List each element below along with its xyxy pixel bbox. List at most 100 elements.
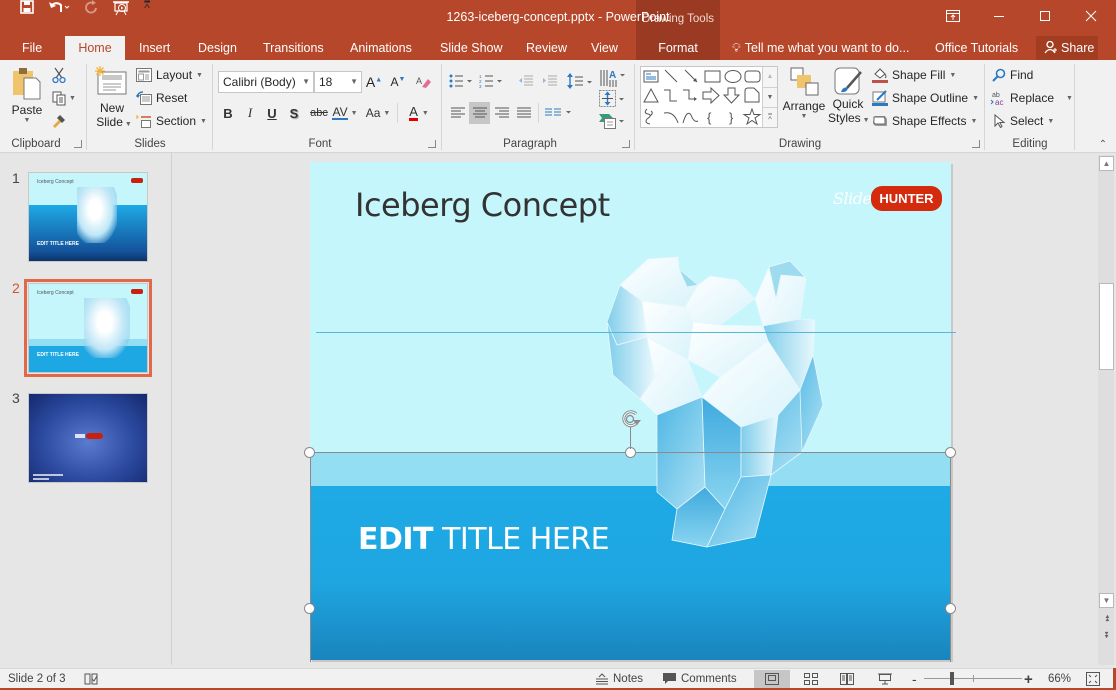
cut-button[interactable]: [50, 66, 68, 84]
tab-animations[interactable]: Animations: [340, 36, 422, 60]
office-tutorials-account[interactable]: Office Tutorials: [935, 36, 1018, 60]
shape-rounded-rectangle[interactable]: [744, 70, 761, 83]
arrange-button[interactable]: Arrange ▼: [782, 66, 826, 134]
shape-arc[interactable]: [663, 112, 679, 124]
comments-button[interactable]: Comments: [663, 670, 737, 688]
previous-slide-button[interactable]: ⏫︎: [1100, 611, 1114, 625]
shape-down-arrow[interactable]: [722, 87, 741, 104]
shape-effects-button[interactable]: Shape Effects ▼: [872, 112, 977, 130]
slide-thumbnail-3[interactable]: [28, 393, 148, 483]
shape-fill-button[interactable]: Shape Fill ▼: [872, 66, 956, 84]
resize-handle-top-left[interactable]: [304, 447, 315, 458]
shape-freeform-scribble[interactable]: [644, 108, 653, 125]
shape-snip-rectangle[interactable]: [744, 87, 760, 103]
shape-right-arrow[interactable]: [702, 86, 720, 105]
scroll-down-button[interactable]: ▼: [1099, 593, 1114, 608]
columns-button[interactable]: [544, 104, 574, 122]
close-button[interactable]: [1068, 0, 1114, 32]
shape-star[interactable]: [742, 107, 762, 126]
save-button[interactable]: [20, 0, 40, 17]
font-color-button[interactable]: A ▼: [404, 103, 434, 123]
shape-elbow-arrow-connector[interactable]: [683, 89, 697, 101]
tab-design[interactable]: Design: [188, 36, 247, 60]
numbering-button[interactable]: 123: [478, 71, 504, 91]
paste-button[interactable]: Paste ▼: [10, 66, 44, 126]
drawing-dialog-launcher[interactable]: [972, 140, 980, 148]
shape-elbow-connector[interactable]: [664, 89, 677, 102]
minimize-button[interactable]: [976, 0, 1022, 32]
zoom-in-button[interactable]: +: [1024, 670, 1033, 688]
tab-format[interactable]: Format: [636, 36, 720, 60]
paragraph-dialog-launcher[interactable]: [622, 140, 630, 148]
align-text-button[interactable]: [598, 89, 626, 109]
slide-sorter-button[interactable]: [800, 670, 822, 688]
underline-button[interactable]: U: [264, 103, 280, 123]
tab-home[interactable]: Home: [65, 36, 125, 60]
bold-button[interactable]: B: [220, 103, 236, 123]
shape-rectangle[interactable]: [704, 70, 721, 83]
shape-textbox[interactable]: [643, 70, 659, 83]
slide-show-button[interactable]: [874, 670, 896, 688]
zoom-slider-thumb[interactable]: [950, 672, 954, 685]
fit-slide-button[interactable]: [1086, 670, 1100, 688]
tell-me-search[interactable]: 💡︎ Tell me what you want to do...: [732, 36, 909, 60]
convert-to-smartart-button[interactable]: [598, 111, 626, 131]
shape-oval[interactable]: [724, 70, 742, 83]
text-direction-button[interactable]: A: [598, 67, 626, 91]
shapes-gallery[interactable]: { }: [640, 66, 778, 128]
justify-button[interactable]: [514, 104, 534, 122]
copy-button[interactable]: ▼: [50, 89, 78, 107]
spell-check-button[interactable]: [84, 670, 98, 688]
share-button[interactable]: Share: [1036, 36, 1098, 60]
decrease-indent-button[interactable]: [516, 71, 536, 91]
align-right-button[interactable]: [492, 104, 512, 122]
collapse-ribbon-button[interactable]: ⌃: [1096, 138, 1110, 150]
customize-quick-access-button[interactable]: ⩞: [144, 0, 158, 11]
slide-thumbnail-1[interactable]: Iceberg Concept EDIT TITLE HERE: [28, 172, 148, 262]
next-slide-button[interactable]: ⏬︎: [1100, 628, 1114, 642]
character-spacing-button[interactable]: AV ▼: [332, 103, 358, 123]
shape-outline-button[interactable]: Shape Outline ▼: [872, 89, 979, 107]
increase-font-size-button[interactable]: A▲: [364, 71, 384, 93]
font-name-combo[interactable]: Calibri (Body) ▼: [218, 71, 314, 93]
shape-left-brace[interactable]: {: [707, 110, 712, 125]
reset-button[interactable]: Reset: [136, 89, 187, 107]
resize-handle-right[interactable]: [945, 603, 956, 614]
resize-handle-left[interactable]: [304, 603, 315, 614]
gallery-more[interactable]: ⩞: [763, 107, 777, 127]
shape-line[interactable]: [664, 69, 678, 83]
change-case-button[interactable]: Aa ▼: [364, 103, 392, 123]
decrease-font-size-button[interactable]: A▼: [388, 71, 408, 93]
scrollbar-thumb[interactable]: [1099, 283, 1114, 370]
find-button[interactable]: Find: [992, 66, 1033, 84]
layout-button[interactable]: Layout ▼: [136, 66, 203, 84]
subtitle-text[interactable]: EDIT TITLE HERE: [358, 522, 610, 557]
gallery-scroll-down[interactable]: ▼: [763, 87, 777, 107]
shape-right-brace[interactable]: }: [729, 110, 734, 125]
bullets-button[interactable]: [448, 71, 474, 91]
maximize-button[interactable]: [1022, 0, 1068, 32]
redo-button[interactable]: [84, 0, 104, 17]
scroll-up-button[interactable]: ▲: [1099, 156, 1114, 171]
replace-button[interactable]: ab ac Replace ▼: [990, 89, 1073, 107]
zoom-level[interactable]: 66%: [1048, 670, 1071, 688]
font-size-combo[interactable]: 18 ▼: [314, 71, 362, 93]
quick-styles-button[interactable]: Quick Styles ▼: [828, 66, 870, 134]
rotate-handle[interactable]: [620, 408, 642, 430]
tab-transitions[interactable]: Transitions: [253, 36, 334, 60]
increase-indent-button[interactable]: [540, 71, 560, 91]
align-center-button[interactable]: [469, 102, 490, 124]
slide-title[interactable]: Iceberg Concept: [355, 186, 610, 224]
section-button[interactable]: Section ▼: [136, 112, 207, 130]
ribbon-display-options-button[interactable]: [930, 0, 976, 32]
tab-view[interactable]: View: [581, 36, 628, 60]
reading-view-button[interactable]: [836, 670, 858, 688]
notes-button[interactable]: Notes: [596, 670, 643, 688]
tab-insert[interactable]: Insert: [129, 36, 180, 60]
text-shadow-button[interactable]: S: [286, 103, 302, 123]
shape-triangle[interactable]: [643, 87, 659, 103]
undo-button[interactable]: [48, 0, 76, 17]
shape-arrow-line[interactable]: [684, 69, 698, 83]
font-dialog-launcher[interactable]: [428, 140, 436, 148]
strikethrough-button[interactable]: abc: [308, 103, 330, 123]
